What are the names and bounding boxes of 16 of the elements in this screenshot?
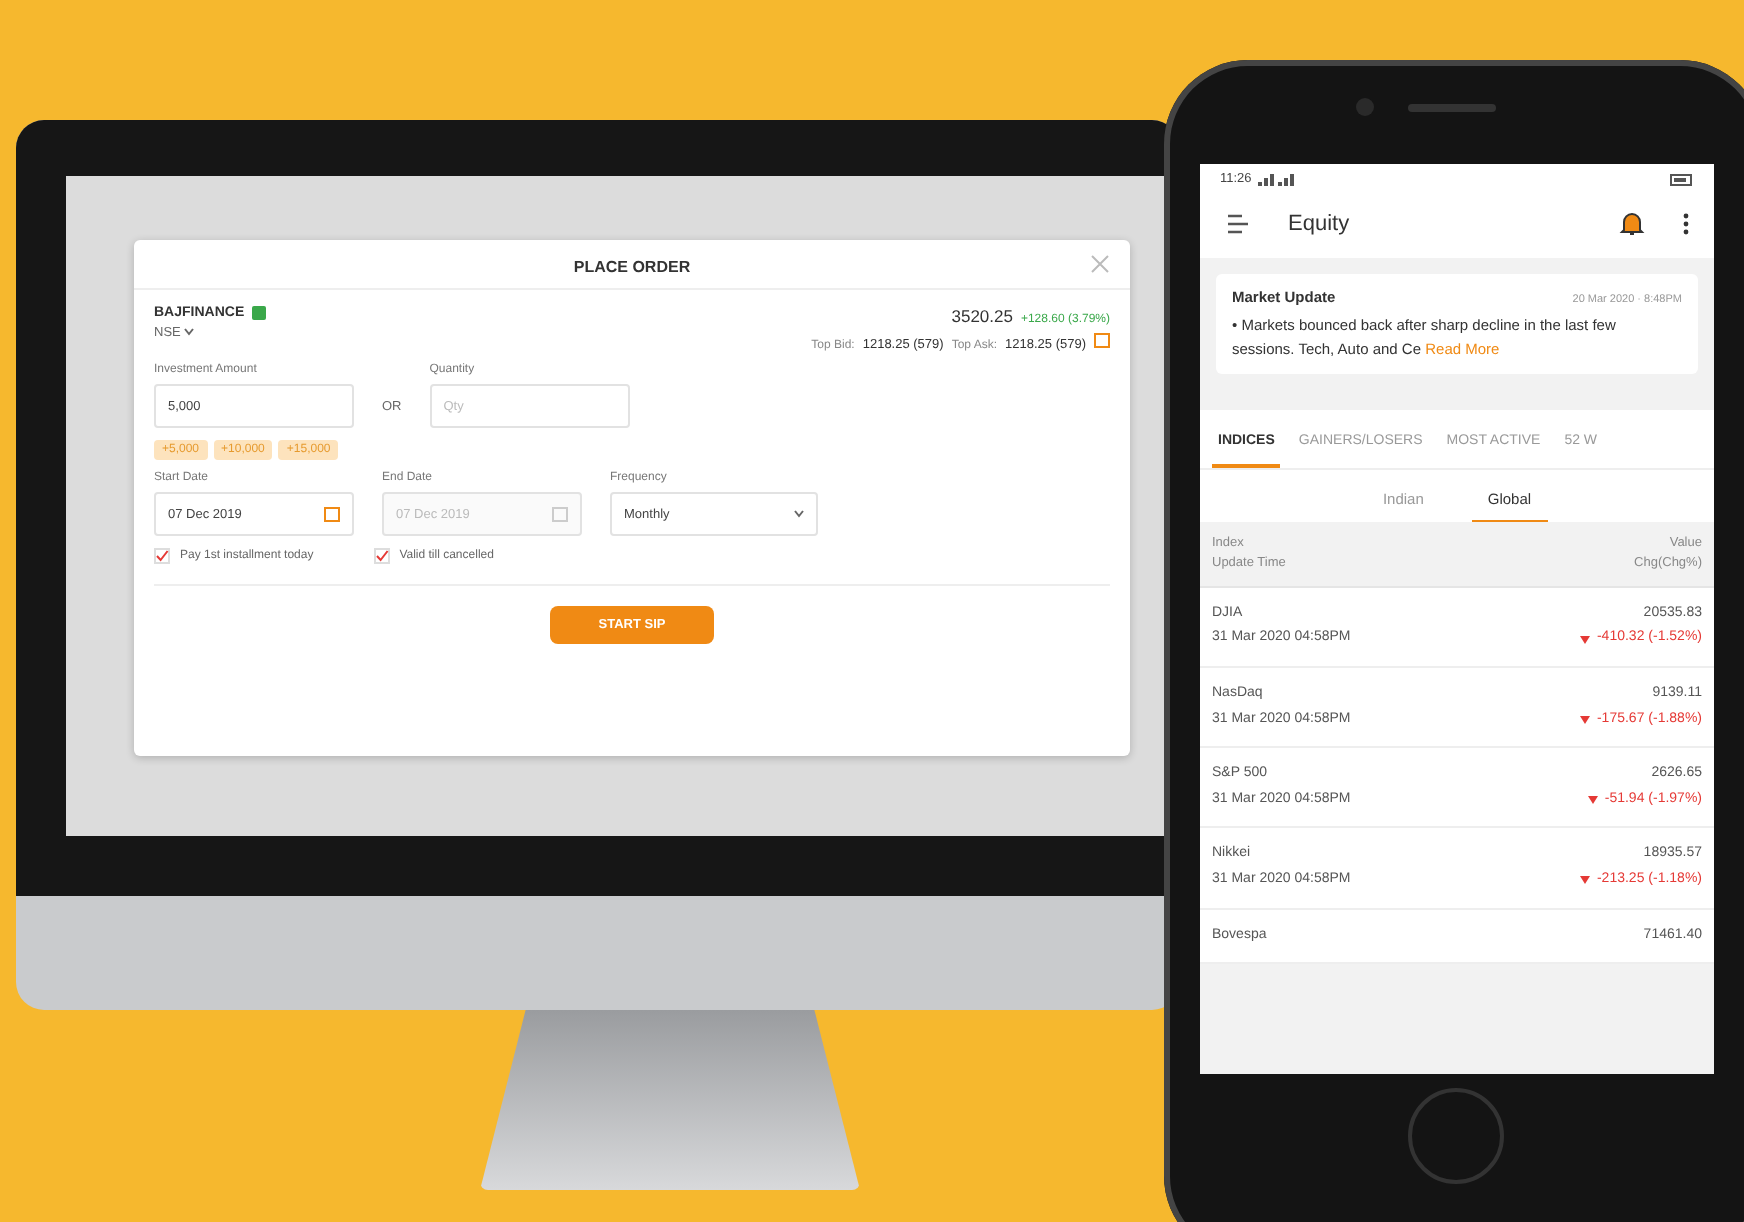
caret-icon — [794, 510, 804, 518]
down-arrow-icon — [1580, 876, 1591, 885]
down-arrow-icon — [1580, 715, 1591, 724]
screen-title: Equity — [1288, 212, 1352, 236]
stock-price: 3520.25 — [951, 306, 1013, 326]
checkbox-icon[interactable] — [373, 548, 390, 564]
caret-icon — [184, 328, 195, 336]
dialog-title: PLACE ORDER — [573, 258, 691, 276]
menu-icon[interactable] — [1224, 210, 1252, 238]
status-icon — [252, 306, 267, 320]
down-arrow-icon — [1588, 796, 1599, 805]
more-icon[interactable] — [1682, 210, 1690, 238]
down-arrow-icon — [1580, 635, 1591, 644]
checkbox-icon[interactable] — [154, 548, 170, 564]
battery-icon — [1670, 173, 1694, 185]
bell-icon[interactable] — [1618, 210, 1646, 238]
